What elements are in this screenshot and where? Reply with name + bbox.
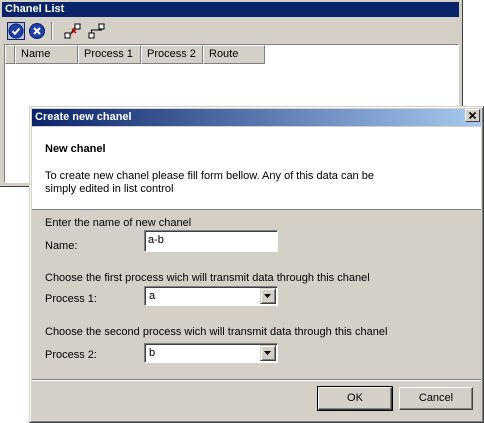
process1-instruction: Choose the first process wich will trans… <box>45 272 370 284</box>
bottom-separator <box>32 379 481 381</box>
dialog-header-panel: New chanel To create new chanel please f… <box>32 127 481 210</box>
route-nodes-icon[interactable] <box>88 22 106 40</box>
close-button[interactable] <box>465 109 480 122</box>
connect-nodes-icon[interactable] <box>64 22 82 40</box>
process1-label: Process 1: <box>45 293 97 305</box>
header-spacer <box>5 45 15 64</box>
header-title: New chanel <box>45 143 106 155</box>
chevron-down-icon <box>264 294 271 298</box>
process1-select[interactable]: a <box>144 286 278 306</box>
process2-dropdown-button[interactable] <box>260 345 276 361</box>
column-header-name[interactable]: Name <box>15 45 78 64</box>
process1-dropdown-button[interactable] <box>260 288 276 304</box>
ok-button[interactable]: OK <box>317 386 393 411</box>
process2-select[interactable]: b <box>144 343 278 363</box>
column-header-route[interactable]: Route <box>203 45 265 64</box>
name-input[interactable]: a-b <box>144 230 278 252</box>
cancel-button[interactable]: Cancel <box>399 387 473 410</box>
chevron-down-icon <box>264 351 271 355</box>
check-circle-icon[interactable] <box>7 22 25 40</box>
process2-instruction: Choose the second process wich will tran… <box>45 326 388 338</box>
chanel-list-title: Chanel List <box>2 2 459 17</box>
close-circle-icon[interactable] <box>28 22 46 40</box>
process2-selected-value: b <box>149 347 156 359</box>
process1-selected-value: a <box>149 290 156 302</box>
column-header-process-1[interactable]: Process 1 <box>78 45 141 64</box>
toolbar <box>4 20 459 42</box>
column-header-process-2[interactable]: Process 2 <box>141 45 203 64</box>
name-instruction: Enter the name of new chanel <box>45 217 192 229</box>
header-description: To create new chanel please fill form be… <box>45 170 374 195</box>
name-label: Name: <box>45 240 78 252</box>
dialog-title: Create new chanel <box>32 109 481 126</box>
close-icon <box>468 111 477 120</box>
toolbar-separator <box>51 22 53 40</box>
list-header: Name Process 1 Process 2 Route <box>5 45 265 64</box>
process2-label: Process 2: <box>45 349 97 361</box>
create-chanel-dialog: Create new chanel New chanel To create n… <box>29 106 484 423</box>
